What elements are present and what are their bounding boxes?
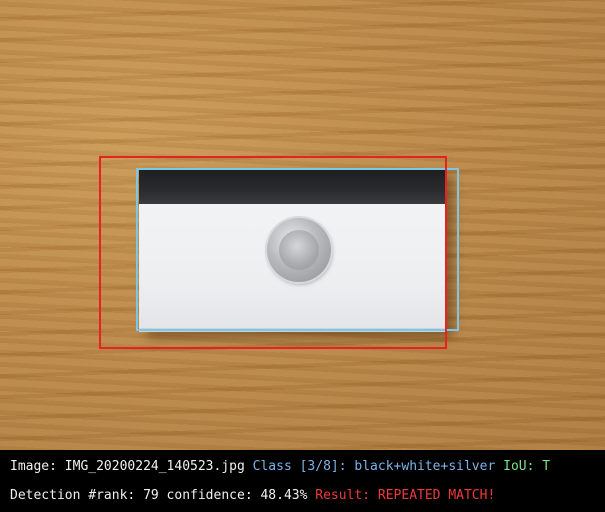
- class-name: black+white+silver: [354, 459, 496, 474]
- info-line-detection: Detection #rank: 79 confidence: 48.43% R…: [10, 488, 495, 504]
- confidence-value: 48.43%: [260, 488, 308, 503]
- image-label: Image:: [10, 459, 57, 474]
- detection-image-viewport: [0, 0, 605, 450]
- detection-info-bar: Image: IMG_20200224_140523.jpg Class [3/…: [0, 450, 605, 512]
- class-index: [3/8]:: [299, 459, 347, 474]
- detection-rank-value: 79: [143, 488, 159, 503]
- detection-rank-label: Detection #rank:: [10, 488, 136, 503]
- image-filename: IMG_20200224_140523.jpg: [64, 459, 245, 474]
- class-label: Class: [252, 459, 292, 474]
- predicted-bounding-box: [99, 156, 447, 349]
- info-line-image: Image: IMG_20200224_140523.jpg Class [3/…: [10, 459, 550, 475]
- result-value: REPEATED MATCH!: [377, 488, 496, 503]
- result-label: Result:: [315, 488, 371, 503]
- iou-label: IoU:: [503, 459, 535, 474]
- confidence-label: confidence:: [166, 488, 253, 503]
- iou-value: T: [542, 459, 551, 474]
